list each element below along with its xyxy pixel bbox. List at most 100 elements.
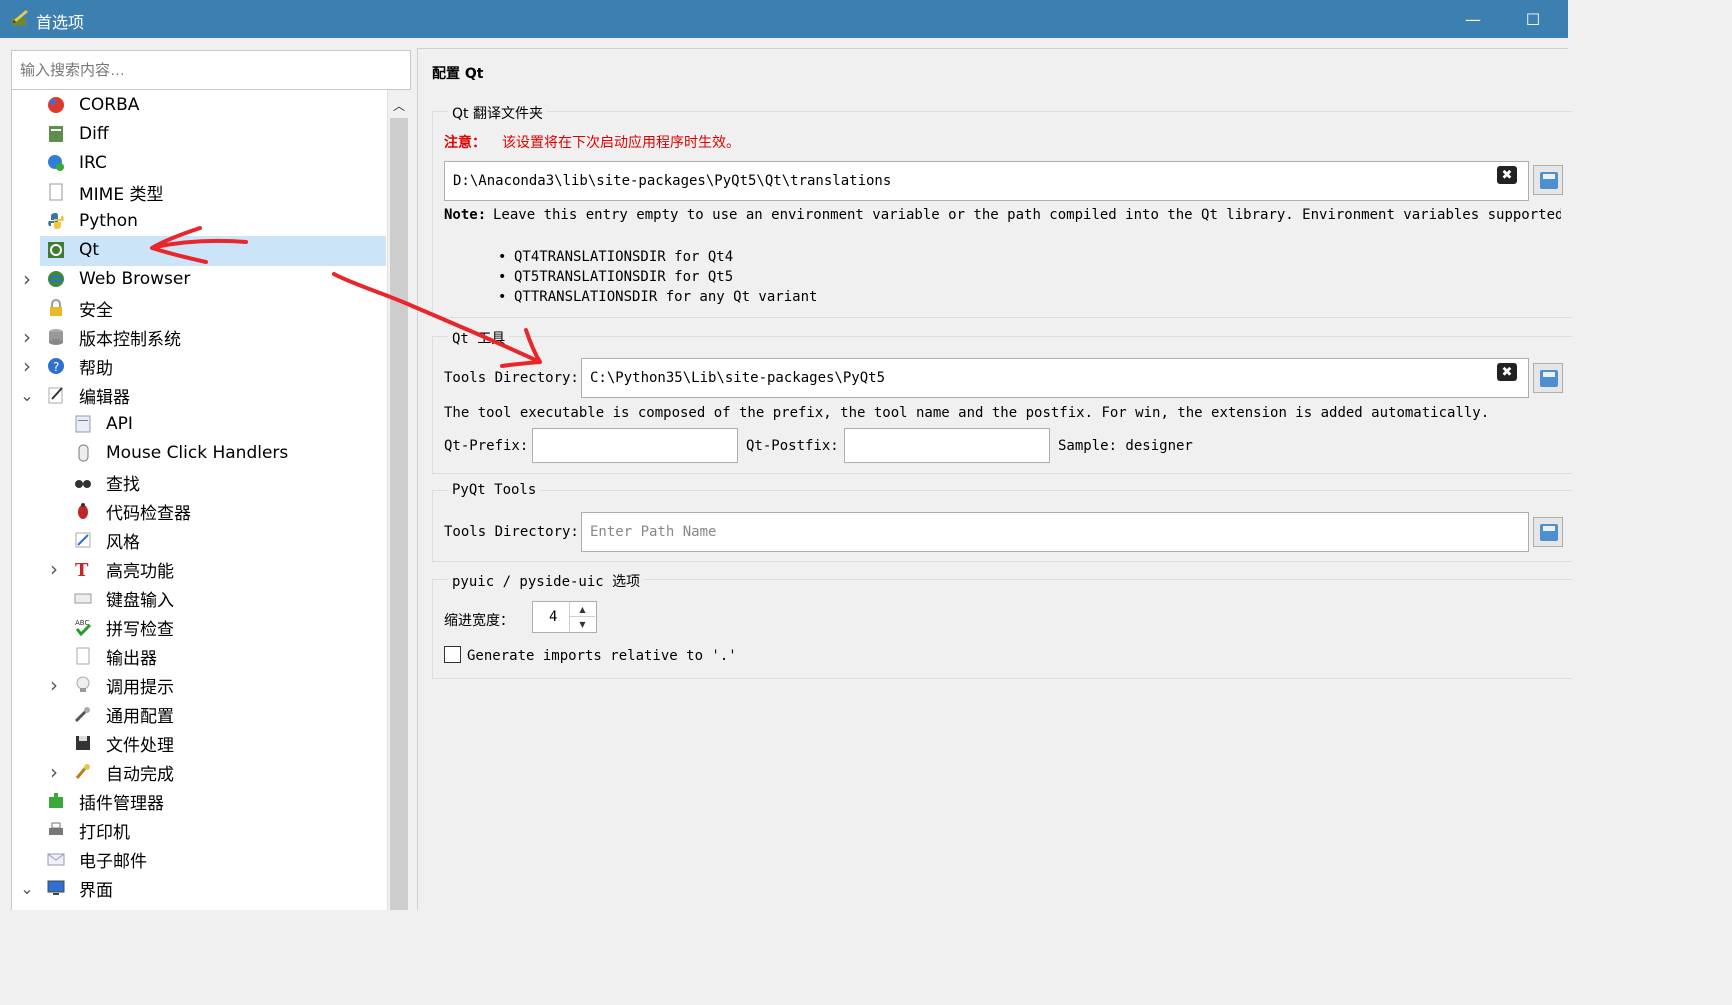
tree-item[interactable]: ABC 拼写检查 xyxy=(12,613,387,641)
mime-icon xyxy=(49,183,63,201)
generate-imports-checkbox[interactable] xyxy=(444,646,461,663)
spin-up-button[interactable]: ▲ xyxy=(569,602,595,617)
pyqt-tools-dir-label: Tools Directory: xyxy=(444,524,579,540)
scroll-up-button[interactable]: ︿ xyxy=(388,92,410,118)
indent-width-spinbox[interactable]: 4 ▲ ▼ xyxy=(532,601,597,633)
maximize-icon: ☐ xyxy=(1525,9,1541,29)
tree-item[interactable]: MIME 类型 xyxy=(12,178,387,206)
python-icon xyxy=(48,213,64,229)
wrench-icon xyxy=(74,707,90,723)
scroll-thumb[interactable] xyxy=(390,118,408,910)
tree-item[interactable]: 打印机 xyxy=(12,816,387,844)
browse-pyqt-tools-button[interactable] xyxy=(1533,517,1563,547)
qt-tools-dir-label: Tools Directory: xyxy=(444,370,579,386)
tree-item-label: Diff xyxy=(79,124,109,144)
tree-item[interactable]: 查找 xyxy=(12,468,387,496)
chevron-up-icon: ︿ xyxy=(392,98,405,113)
chevron-right-icon[interactable]: › xyxy=(47,557,61,581)
tree-scrollbar[interactable]: ︿ xyxy=(387,90,409,910)
tree-item[interactable]: Python xyxy=(12,207,387,235)
chevron-down-icon[interactable]: ⌄ xyxy=(20,879,34,898)
preferences-tree: CORBA Diff IRC MIME 类型 Python Qt › Web Browser 安… xyxy=(11,90,387,910)
tree-item[interactable]: › 自动完成 xyxy=(12,758,387,786)
tree-item[interactable]: Qt xyxy=(12,236,387,266)
chevron-right-icon[interactable]: › xyxy=(47,673,61,697)
tree-item-label: 版本控制系统 xyxy=(79,329,181,350)
tree-item[interactable]: 键盘输入 xyxy=(12,584,387,612)
note-text: Leave this entry empty to use an environ… xyxy=(493,207,1561,223)
tree-item[interactable]: › 版本控制系统 xyxy=(12,323,387,351)
page-title: 配置 Qt xyxy=(432,66,484,82)
warning-text: 该设置将在下次启动应用程序时生效。 xyxy=(502,135,740,151)
tree-item-label: 帮助 xyxy=(79,358,113,379)
translations-group-title: Qt 翻译文件夹 xyxy=(448,103,547,123)
eric-app-icon xyxy=(12,10,28,26)
chevron-right-icon[interactable]: › xyxy=(20,354,34,378)
chevron-right-icon[interactable]: › xyxy=(20,267,34,291)
plugin-icon xyxy=(49,793,63,808)
clear-icon: ✖ xyxy=(1501,167,1513,183)
tree-item[interactable]: 电子邮件 xyxy=(12,845,387,873)
tree-item[interactable]: API xyxy=(12,410,387,438)
tree-item[interactable]: 插件管理器 xyxy=(12,787,387,815)
tree-item-label: 编辑器 xyxy=(79,387,130,408)
qt-prefix-field[interactable] xyxy=(532,428,738,463)
tree-item-label: Python xyxy=(79,211,138,231)
tree-item[interactable]: ›? 帮助 xyxy=(12,352,387,380)
arrow-up-icon: ▲ xyxy=(579,604,586,614)
autocomplete-icon xyxy=(75,764,90,779)
tree-item[interactable]: CORBA xyxy=(12,91,387,119)
exporter-icon xyxy=(76,647,90,665)
binoculars-icon xyxy=(75,480,91,488)
tree-item[interactable]: › T 高亮功能 xyxy=(12,555,387,583)
chevron-right-icon[interactable]: › xyxy=(20,325,34,349)
svg-text:?: ? xyxy=(53,360,59,374)
chevron-down-icon[interactable]: ⌄ xyxy=(20,386,34,405)
clear-qt-tools-button[interactable]: ✖ xyxy=(1497,363,1517,381)
tree-item-label: 自动完成 xyxy=(106,764,174,785)
tree-item[interactable]: 输出器 xyxy=(12,642,387,670)
tree-item-label: IRC xyxy=(79,153,107,173)
tree-item[interactable]: › 调用提示 xyxy=(12,671,387,699)
qt-tools-description: The tool executable is composed of the p… xyxy=(444,405,1490,421)
clear-translations-button[interactable]: ✖ xyxy=(1497,166,1517,184)
minimize-button[interactable]: — xyxy=(1450,0,1496,38)
tree-item-label: 插件管理器 xyxy=(79,793,164,814)
tree-item-label: 查找 xyxy=(106,474,140,495)
search-input[interactable] xyxy=(11,50,411,90)
chevron-right-icon[interactable]: › xyxy=(47,760,61,784)
tree-item-label: 高亮功能 xyxy=(106,561,174,582)
tree-item[interactable]: 通用配置 xyxy=(12,700,387,728)
svg-text:T: T xyxy=(75,560,89,579)
warning-label: 注意： xyxy=(444,135,486,151)
tree-item-label: CORBA xyxy=(79,95,140,115)
qt-postfix-field[interactable] xyxy=(844,428,1050,463)
tree-item[interactable]: Mouse Click Handlers xyxy=(12,439,387,467)
tree-item-label: 安全 xyxy=(79,300,113,321)
tree-item[interactable]: 代码检查器 xyxy=(12,497,387,525)
pyqt-tools-dir-field[interactable]: Enter Path Name xyxy=(581,512,1529,552)
tree-item-label: 电子邮件 xyxy=(79,851,147,872)
browse-qt-tools-button[interactable] xyxy=(1533,363,1563,393)
clear-icon: ✖ xyxy=(1501,364,1513,380)
tree-item[interactable]: › Web Browser xyxy=(12,265,387,293)
tree-item[interactable]: 安全 xyxy=(12,294,387,322)
spin-down-button[interactable]: ▼ xyxy=(569,617,595,632)
tree-item[interactable]: ⌄ 编辑器 xyxy=(12,381,387,409)
tree-item-label: Qt xyxy=(79,240,100,260)
indent-width-value: 4 xyxy=(549,609,558,625)
folder-browse-icon xyxy=(1540,172,1558,189)
tree-item-label: 文件处理 xyxy=(106,735,174,756)
qt-tools-dir-field[interactable]: C:\Python35\Lib\site-packages\PyQt5 xyxy=(581,358,1529,398)
maximize-button[interactable]: ☐ xyxy=(1510,0,1556,38)
browse-translations-button[interactable] xyxy=(1533,165,1563,195)
tree-item-label: 风格 xyxy=(106,532,140,553)
generate-imports-label: Generate imports relative to '.' xyxy=(467,648,737,664)
tree-item[interactable]: 文件处理 xyxy=(12,729,387,757)
tree-item[interactable]: IRC xyxy=(12,149,387,177)
tree-item[interactable]: ⌄ 界面 xyxy=(12,874,387,902)
translations-path-field[interactable]: D:\Anaconda3\lib\site-packages\PyQt5\Qt\… xyxy=(444,161,1529,201)
tree-item[interactable]: 风格 xyxy=(12,526,387,554)
tree-item[interactable]: Diff xyxy=(12,120,387,148)
tree-item-label: API xyxy=(106,414,133,434)
